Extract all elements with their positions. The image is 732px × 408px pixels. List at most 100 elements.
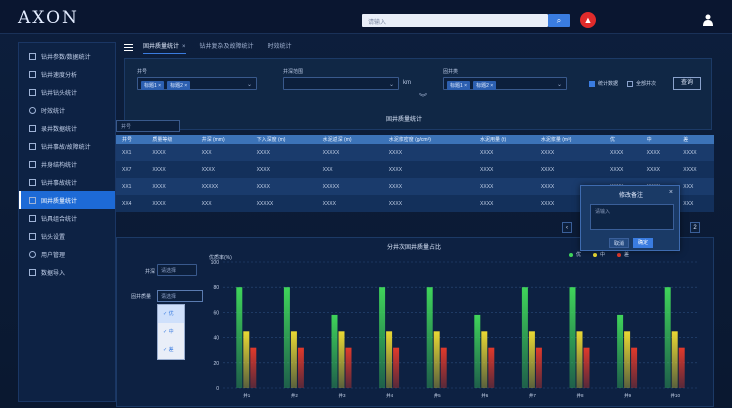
user-icon[interactable]	[703, 14, 713, 26]
bar-优	[426, 287, 433, 388]
remark-textarea[interactable]: 请输入	[590, 204, 674, 230]
sidebar: 钻井参数/数据统计 钻井速度分析 钻井钻头统计 时效统计 录井数据统计 钻井事故…	[18, 42, 116, 402]
table-cell: XXXX	[152, 149, 166, 156]
well-select[interactable]: 标题1 × 标题2 × ⌄	[137, 77, 257, 90]
th-slurry-volume: 水泥浆量 (m³)	[540, 137, 572, 143]
sidebar-item-drilling-speed[interactable]: 钻井速度分析	[19, 65, 115, 83]
cement-type-select[interactable]: 标题1 × 标题2 × ⌄	[443, 77, 567, 90]
bar-中	[386, 331, 393, 388]
th-grade[interactable]: 质量等级	[146, 135, 195, 144]
quality-field-select[interactable]: 请选择 ⌃	[157, 290, 203, 302]
sidebar-item-drilling-params[interactable]: 钻井参数/数据统计	[19, 47, 115, 65]
table-cell: XXXXX	[256, 200, 274, 207]
table-cell: XXXX	[480, 200, 494, 207]
table-header-row: 井号 质量等级 井深 (mm) 下入深度 (m) 水泥返深 (m) 水泥浆密度 …	[116, 135, 714, 144]
expand-icon[interactable]: ︾	[419, 92, 427, 103]
search-button[interactable]: ⌕	[548, 14, 570, 27]
sidebar-item-accident-fault[interactable]: 钻井事故/故障统计	[19, 137, 115, 155]
sidebar-item-label: 钻头设置	[41, 234, 66, 241]
table-row[interactable]: XX1XXXXXXXXXXXXXXXXXXXXXXXXXXXXXXXXXXXXX…	[116, 144, 714, 161]
bar-差	[583, 347, 590, 388]
th-quality-medium: 中	[646, 137, 652, 143]
search-input[interactable]: 请输入	[362, 14, 548, 27]
calendar-icon	[29, 178, 36, 186]
tab-complex-fault[interactable]: 钻井复杂及故障统计	[200, 41, 254, 53]
menu-icon[interactable]	[124, 43, 133, 51]
table-row[interactable]: XX7 XXXX XXXX XXXX XXX XXXX XXXX XXXX XXXX XXXX XX…	[116, 161, 714, 178]
chip[interactable]: 标题1 ×	[141, 81, 165, 90]
table-cell: XXX	[201, 200, 212, 207]
sidebar-item-drilling-accident[interactable]: 钻井事故统计	[19, 173, 115, 191]
app-logo: AXON	[18, 8, 79, 28]
chevron-down-icon: ⌄	[246, 82, 252, 88]
depth-range-label: 井深范围	[283, 69, 304, 75]
table-title: 固井质量统计	[386, 117, 423, 123]
table-cell: XXXX	[388, 149, 403, 156]
sidebar-item-cementing-quality[interactable]: 固井质量统计	[19, 191, 115, 209]
document-icon	[29, 124, 36, 132]
main-content: 固井质量统计 × 钻井复杂及故障统计 时效统计 井号 标题1 × 标题2 × ⌄ 井…	[116, 34, 716, 408]
table-cell: XXX	[322, 166, 333, 173]
confirm-button[interactable]: 确定	[633, 238, 653, 248]
bar-中	[433, 331, 440, 388]
close-icon[interactable]: ×	[182, 44, 186, 50]
warning-icon	[29, 142, 36, 150]
query-button[interactable]: 查询	[673, 77, 701, 90]
chip[interactable]: 标题2 ×	[167, 81, 191, 90]
table-cell: XXXX	[540, 149, 555, 156]
sidebar-item-bha[interactable]: 钻具组合统计	[19, 209, 115, 227]
th-quality-good: 优	[610, 137, 616, 143]
chip[interactable]: 标题1 ×	[447, 81, 471, 90]
bar-优	[331, 314, 338, 388]
sidebar-item-bit-settings[interactable]: 钻头设置	[19, 227, 115, 245]
y-tick-label: 80	[213, 285, 219, 291]
cement-type-label: 固井类	[443, 69, 459, 75]
sidebar-item-label: 钻井参数/数据统计	[41, 54, 91, 61]
chevron-down-icon: ⌄	[121, 123, 126, 129]
table-cell: XXXX	[388, 166, 403, 173]
table-cell: XXXX	[256, 149, 270, 156]
sidebar-item-drill-bit[interactable]: 钻井钻头统计	[19, 83, 115, 101]
sidebar-item-label: 数据导入	[41, 270, 66, 277]
quality-field-label: 固井质量	[131, 294, 152, 300]
th-depth: 井深 (mm)	[201, 137, 225, 143]
alert-icon[interactable]: ▲	[580, 12, 596, 28]
depth-field-select[interactable]: 请选择	[157, 264, 197, 276]
tab-time-efficiency[interactable]: 时效统计	[268, 41, 292, 53]
y-tick-label: 20	[213, 361, 219, 367]
legend-item: 中	[593, 251, 605, 258]
chip[interactable]: 标题2 ×	[473, 81, 497, 90]
sidebar-item-logging-data[interactable]: 录井数据统计	[19, 119, 115, 137]
prev-page-button[interactable]: ‹	[562, 222, 572, 233]
table-cell: XXXX	[610, 166, 624, 173]
sidebar-item-label: 井身结构统计	[41, 162, 78, 169]
stats-checkbox[interactable]: 统计数据	[589, 80, 618, 87]
sidebar-item-user-management[interactable]: 用户管理	[19, 245, 115, 263]
bar-差	[297, 347, 304, 388]
dropdown-option[interactable]: ✓ 优	[158, 305, 184, 323]
close-icon[interactable]: ×	[669, 189, 673, 196]
sidebar-item-time-efficiency[interactable]: 时效统计	[19, 101, 115, 119]
depth-range-select[interactable]: ⌄	[283, 77, 399, 90]
sidebar-item-label: 时效统计	[41, 108, 66, 115]
x-tick-label: 井5	[434, 392, 441, 399]
sidebar-item-data-import[interactable]: 数据导入	[19, 263, 115, 281]
legend-dot	[569, 252, 573, 257]
sidebar-item-label: 钻具组合统计	[41, 216, 78, 223]
page-number[interactable]: 2	[690, 222, 700, 233]
table-cell: XXXX	[322, 200, 336, 207]
all-wells-checkbox[interactable]: 全部井次	[627, 80, 656, 87]
table-cell: XXXX	[610, 149, 624, 156]
sidebar-item-label: 录井数据统计	[41, 126, 78, 133]
x-tick-label: 井1	[243, 392, 250, 399]
structure-icon	[29, 160, 36, 168]
tab-cementing-quality[interactable]: 固井质量统计 ×	[143, 41, 186, 54]
sidebar-item-label: 钻井事故/故障统计	[41, 144, 91, 151]
chevron-down-icon: ⌄	[556, 82, 562, 88]
sidebar-item-well-structure[interactable]: 井身结构统计	[19, 155, 115, 173]
dropdown-option[interactable]: ✓ 差	[158, 341, 184, 359]
dropdown-option[interactable]: ✓ 中	[158, 323, 184, 341]
cancel-button[interactable]: 取消	[609, 238, 629, 248]
table-well-select[interactable]: 井号 ⌄	[116, 120, 180, 132]
checkbox-label: 统计数据	[598, 81, 619, 87]
